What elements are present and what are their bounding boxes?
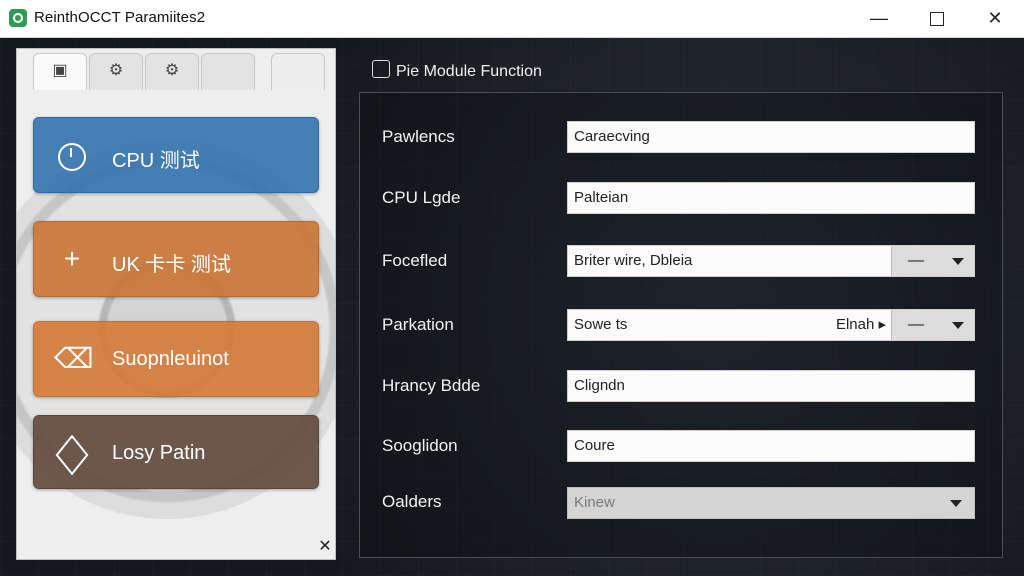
minus-icon: — xyxy=(908,252,924,269)
document-icon: ▣ xyxy=(52,62,68,79)
select-field[interactable]: Sowe ts Elnah ▸ — xyxy=(567,309,975,341)
minimize-icon: — xyxy=(870,8,888,28)
section-title-text: Pie Module Function xyxy=(396,63,542,80)
title-bar: ReinthOCCT Paramiites2 — ✕ xyxy=(0,0,1024,38)
sidebar-item-label: UK 卡卡 测试 xyxy=(112,254,231,276)
clock-icon xyxy=(54,137,90,173)
maximize-icon xyxy=(930,12,944,27)
select-secondary-value: Elnah ▸ xyxy=(835,316,886,333)
minus-icon: — xyxy=(908,316,924,333)
cube-icon xyxy=(54,434,90,475)
sidebar-item-label: CPU 测试 xyxy=(112,150,200,172)
module-icon xyxy=(372,60,390,78)
chevron-down-icon xyxy=(952,322,964,329)
text-field[interactable]: Palteian xyxy=(567,182,975,214)
sidebar-item-losy-patin[interactable]: Losy Patin xyxy=(33,415,319,489)
close-icon[interactable]: ✕ xyxy=(317,539,333,555)
app-logo-icon xyxy=(9,9,27,27)
field-label: CPU Lgde xyxy=(382,188,461,207)
field-label: Sooglidon xyxy=(382,436,458,455)
text-field[interactable]: Coure xyxy=(567,430,975,462)
plus-icon: + xyxy=(63,243,81,274)
sidebar-item-uk-test[interactable]: + UK 卡卡 测试 xyxy=(33,221,319,297)
field-label: Oalders xyxy=(382,492,442,511)
text-field[interactable]: Caraecving xyxy=(567,121,975,153)
tab-blank[interactable] xyxy=(201,53,255,90)
sidebar-panel: ▣ ⚙ ⚙ CPU 测试 + UK 卡卡 测试 ⌫ Suopnleuinot L… xyxy=(16,48,336,560)
section-title: Pie Module Function xyxy=(372,60,542,81)
disabled-select-field: Kinew xyxy=(567,487,975,519)
sidebar-item-label: Losy Patin xyxy=(112,442,206,464)
minimize-button[interactable]: — xyxy=(850,0,908,37)
chevron-down-icon xyxy=(952,258,964,265)
select-value: Sowe ts xyxy=(574,316,628,333)
tab-settings[interactable]: ⚙ xyxy=(89,53,143,90)
window-title: ReinthOCCT Paramiites2 xyxy=(34,9,206,26)
field-label: Focefled xyxy=(382,251,448,270)
gear-icon: ⚙ xyxy=(164,62,180,79)
select-field[interactable]: Briter wire, Dbleia — xyxy=(567,245,975,277)
select-value: Kinew xyxy=(574,494,615,511)
tab-document[interactable]: ▣ xyxy=(33,53,87,90)
sidebar-item-label: Suopnleuinot xyxy=(112,348,229,370)
select-value: Briter wire, Dbleia xyxy=(574,252,693,269)
tab-blank[interactable] xyxy=(271,53,325,90)
dropdown-button[interactable]: — xyxy=(891,310,974,340)
chevron-down-icon xyxy=(950,500,962,507)
sidebar-tabs: ▣ ⚙ ⚙ xyxy=(27,49,327,91)
field-label: Parkation xyxy=(382,315,454,334)
close-icon: ✕ xyxy=(987,8,1003,28)
dropdown-button[interactable]: — xyxy=(891,246,974,276)
text-field[interactable]: Cligndn xyxy=(567,370,975,402)
maximize-button[interactable] xyxy=(908,0,966,37)
field-label: Pawlencs xyxy=(382,127,455,146)
gear-icon: ⚙ xyxy=(108,62,124,79)
close-button[interactable]: ✕ xyxy=(966,0,1024,37)
tab-advanced[interactable]: ⚙ xyxy=(145,53,199,90)
sidebar-item-cpu-test[interactable]: CPU 测试 xyxy=(33,117,319,193)
eraser-icon: ⌫ xyxy=(54,343,94,374)
field-label: Hrancy Bdde xyxy=(382,376,481,395)
sidebar-item-suopnleuinot[interactable]: ⌫ Suopnleuinot xyxy=(33,321,319,397)
